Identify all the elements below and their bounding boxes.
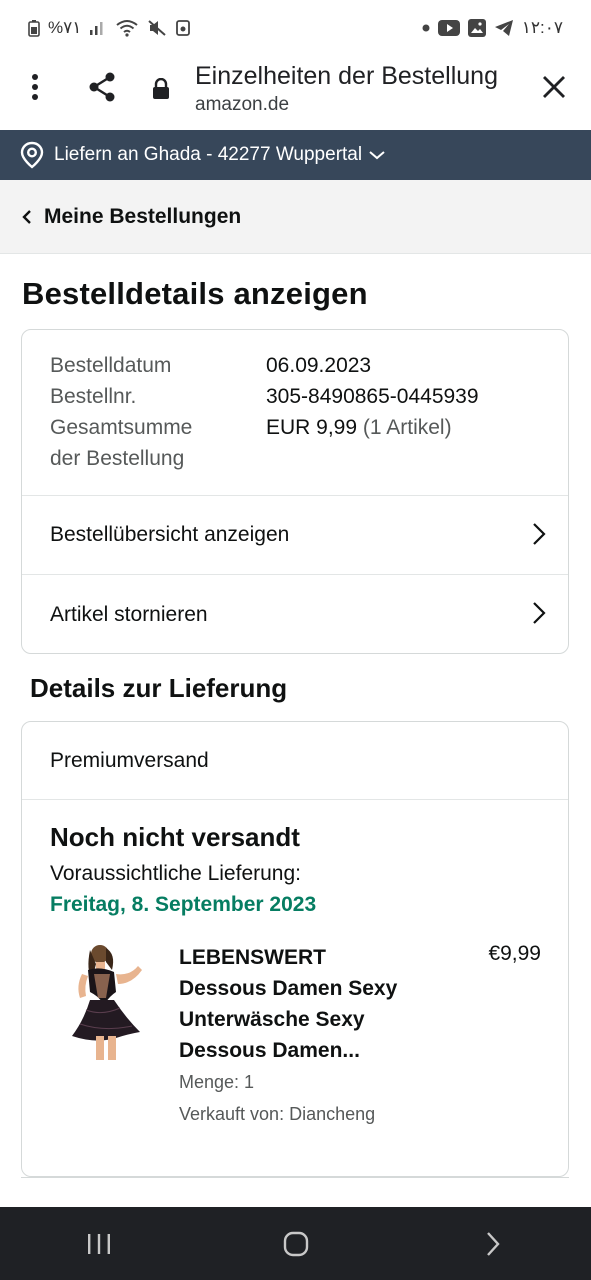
product-image[interactable] (66, 940, 152, 1064)
breadcrumb[interactable]: Meine Bestellungen (0, 180, 591, 254)
view-order-summary-link[interactable]: Bestellübersicht anzeigen (22, 495, 568, 573)
order-number-row: Bestellnr. 305-8490865-0445939 (50, 381, 548, 412)
notification-dot-icon (422, 24, 430, 32)
data-saver-icon (175, 19, 191, 37)
battery-icon (28, 19, 40, 37)
order-total-value: EUR 9,99 (266, 416, 358, 439)
product-title-line3: Unterwäsche Sexy (179, 1008, 365, 1031)
estimated-delivery-label: Voraussichtliche Lieferung: (50, 862, 301, 885)
share-icon[interactable] (82, 67, 122, 107)
more-options-icon[interactable] (15, 67, 55, 107)
order-date-label: Bestelldatum (50, 354, 172, 377)
telegram-icon (494, 19, 514, 37)
status-bar-left: %٧١ (28, 18, 191, 38)
chevron-right-icon (532, 601, 546, 625)
delivery-section-title: Details zur Lieferung (30, 673, 288, 703)
next-row-peek (21, 1177, 569, 1207)
recent-apps-icon[interactable] (69, 1214, 129, 1274)
order-info-card: Bestelldatum 06.09.2023 Bestellnr. 305-8… (21, 329, 569, 654)
product-seller: Verkauft von: Diancheng (179, 1104, 376, 1124)
view-order-summary-label: Bestellübersicht anzeigen (50, 522, 290, 546)
delivery-card: Premiumversand Noch nicht versandt Vorau… (21, 721, 569, 1177)
back-icon[interactable] (463, 1214, 523, 1274)
location-pin-icon (20, 141, 44, 169)
chevron-down-icon (368, 149, 386, 161)
shipping-type: Premiumversand (22, 722, 568, 800)
order-total-row: Gesamtsumme der Bestellung EUR 9,99 (1 A… (50, 412, 548, 474)
title-area[interactable]: Einzelheiten der Bestellung amazon.de (195, 60, 498, 118)
mute-icon (147, 19, 167, 37)
product-price: €9,99 (488, 942, 541, 965)
battery-percent: %٧١ (48, 18, 82, 37)
browser-toolbar: Einzelheiten der Bestellung amazon.de (0, 56, 591, 130)
product-title-line1: LEBENSWERT (179, 946, 326, 969)
youtube-icon (437, 20, 460, 36)
system-navigation-bar (0, 1207, 591, 1280)
status-bar-right: ١٢:٠٧ (422, 18, 563, 38)
breadcrumb-label: Meine Bestellungen (44, 204, 242, 228)
signal-icon (89, 20, 107, 36)
order-item-count: (1 Artikel) (362, 416, 452, 439)
order-number-value: 305-8490865-0445939 (266, 385, 479, 408)
order-total-label-line2: der Bestellung (50, 447, 185, 470)
status-bar: %٧١ ١٢:٠٧ (0, 0, 591, 56)
cancel-items-label: Artikel stornieren (50, 602, 208, 626)
lock-icon[interactable] (141, 69, 181, 109)
estimated-delivery-date: Freitag, 8. September 2023 (50, 893, 317, 916)
gallery-icon (467, 19, 486, 37)
page-title: Bestelldetails anzeigen (22, 276, 368, 311)
home-icon[interactable] (266, 1214, 326, 1274)
product-title-line2: Dessous Damen Sexy (179, 977, 398, 1000)
chevron-left-icon (22, 209, 32, 224)
chevron-right-icon (532, 522, 546, 546)
order-number-label: Bestellnr. (50, 385, 137, 408)
product-title[interactable]: LEBENSWERT Dessous Damen Sexy Unterwäsch… (179, 942, 429, 1066)
order-info-grid: Bestelldatum 06.09.2023 Bestellnr. 305-8… (50, 350, 548, 474)
delivery-location-label: Liefern an Ghada - 42277 Wuppertal (54, 144, 363, 165)
close-icon[interactable] (534, 67, 574, 107)
product-title-line4: Dessous Damen... (179, 1039, 360, 1062)
order-date-row: Bestelldatum 06.09.2023 (50, 350, 548, 381)
delivery-location-bar[interactable]: Liefern an Ghada - 42277 Wuppertal (0, 130, 591, 180)
order-total-label-line1: Gesamtsumme (50, 416, 193, 439)
shipment-status: Noch nicht versandt (50, 822, 300, 852)
order-date-value: 06.09.2023 (266, 354, 372, 377)
product-quantity: Menge: 1 (179, 1072, 255, 1092)
order-total-label: Gesamtsumme der Bestellung (50, 412, 266, 474)
url-text: amazon.de (195, 94, 290, 115)
wifi-icon (115, 19, 139, 37)
clock: ١٢:٠٧ (521, 18, 563, 37)
cancel-items-link[interactable]: Artikel stornieren (22, 574, 568, 654)
order-total-value-wrap: EUR 9,99 (1 Artikel) (266, 412, 452, 474)
page-title-tab: Einzelheiten der Bestellung (195, 62, 498, 90)
